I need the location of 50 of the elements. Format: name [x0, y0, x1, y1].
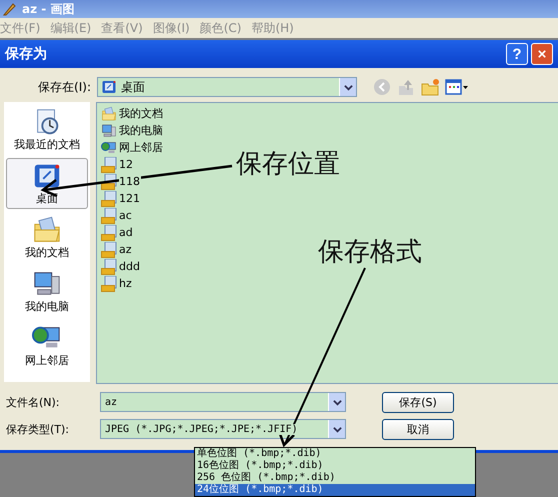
annotation-text: 保存位置: [236, 148, 340, 181]
computer-icon: [101, 122, 117, 138]
view-menu-icon[interactable]: [445, 78, 469, 96]
place-item[interactable]: 我最近的文档: [6, 104, 88, 155]
network-globe-icon: [101, 140, 117, 156]
file-type-option[interactable]: 24位位图 (*.bmp;*.dib): [195, 484, 475, 496]
file-name[interactable]: ddd: [119, 260, 141, 273]
paint-brush-icon: [2, 2, 16, 16]
place-item[interactable]: 网上邻居: [6, 320, 88, 371]
file-name[interactable]: 12: [119, 158, 134, 171]
file-name[interactable]: ad: [119, 226, 134, 239]
file-name-field[interactable]: az: [100, 392, 346, 412]
file-name[interactable]: hz: [119, 277, 133, 290]
place-label: 我的电脑: [25, 299, 69, 314]
close-button[interactable]: ×: [531, 43, 553, 65]
location-dropdown[interactable]: 桌面: [97, 77, 357, 97]
file-type-option[interactable]: 单色位图 (*.bmp;*.dib): [195, 448, 475, 460]
place-item[interactable]: 我的文档: [6, 212, 88, 263]
file-type-label: 保存类型(T):: [5, 422, 70, 436]
file-name[interactable]: 我的电脑: [119, 123, 164, 138]
folder-icon: [101, 106, 117, 122]
location-value: 桌面: [121, 78, 146, 96]
place-label: 网上邻居: [25, 353, 69, 368]
place-label: 我的文档: [25, 245, 69, 260]
annotation-text: 保存格式: [318, 236, 422, 269]
jpg-file-icon: [101, 190, 117, 206]
dialog-title: 保存为: [5, 45, 48, 63]
save-button[interactable]: 保存(S): [382, 392, 454, 412]
place-label: 我最近的文档: [14, 137, 80, 152]
file-type-option[interactable]: 16色位图 (*.bmp;*.dib): [195, 460, 475, 472]
file-name-label: 文件名(N):: [5, 394, 61, 410]
file-name[interactable]: 网上邻居: [119, 140, 164, 155]
jpg-file-icon: [101, 156, 117, 172]
jpg-file-icon: [101, 174, 117, 190]
jpg-file-icon: [101, 242, 117, 258]
jpg-file-icon: [101, 224, 117, 240]
desktop-icon: [101, 79, 117, 95]
file-type-dropdown[interactable]: JPEG (*.JPG;*.JPEG;*.JPE;*.JFIF): [100, 419, 346, 439]
file-name[interactable]: 118: [119, 175, 141, 188]
file-name[interactable]: 121: [119, 192, 141, 205]
jpg-file-icon: [101, 208, 117, 224]
file-name[interactable]: 我的文档: [119, 106, 164, 121]
cancel-button[interactable]: 取消: [382, 418, 454, 440]
help-button[interactable]: ?: [506, 43, 528, 65]
app-window-title: az - 画图: [22, 0, 74, 18]
file-type-option[interactable]: 256 色位图 (*.bmp;*.dib): [195, 472, 475, 484]
location-label: 保存在(I):: [37, 78, 91, 96]
jpg-file-icon: [101, 258, 117, 274]
jpg-file-icon: [101, 276, 117, 292]
place-item[interactable]: 我的电脑: [6, 266, 88, 317]
